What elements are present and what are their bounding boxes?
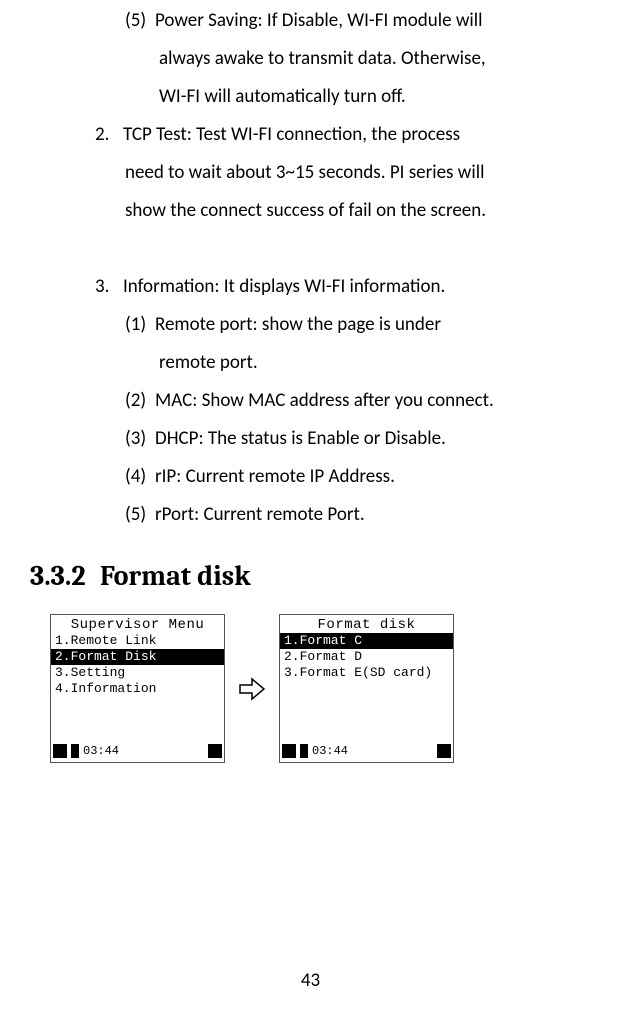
menu-item: 2.Format D (280, 649, 453, 665)
list-marker: (3) (125, 420, 155, 458)
menu-item: 3.Format E(SD card) (280, 665, 453, 681)
list-item: 2.TCP Test: Test WI-FI connection, the p… (30, 116, 591, 154)
text-line: Remote port: show the page is under (155, 313, 441, 336)
menu-item: 1.Remote Link (51, 633, 224, 649)
list-marker: (4) (125, 458, 155, 496)
status-time: 03:44 (312, 744, 348, 758)
lcd-content: Supervisor Menu 1.Remote Link 2.Format D… (51, 615, 224, 742)
screenshot-row: Supervisor Menu 1.Remote Link 2.Format D… (50, 614, 591, 763)
text-line: rPort: Current remote Port. (155, 503, 365, 526)
lcd-status-bar: 03:44 (51, 742, 224, 762)
status-icon (53, 744, 67, 758)
spacer (30, 230, 591, 268)
device-screenshot-format-disk: Format disk 1.Format C 2.Format D 3.Form… (279, 614, 454, 763)
list-item: (5)rPort: Current remote Port. (30, 496, 591, 534)
signal-icon (71, 744, 79, 758)
text-line: DHCP: The status is Enable or Disable. (155, 427, 446, 450)
text-line: Information: It displays WI-FI informati… (123, 275, 445, 298)
lcd-status-bar: 03:44 (280, 742, 453, 762)
lcd-title: Supervisor Menu (51, 617, 224, 633)
heading-title: Format disk (100, 560, 251, 592)
heading-number: 3.3.2 (30, 560, 100, 592)
lcd-spacer (51, 697, 224, 742)
text-line: Power Saving: If Disable, WI-FI module w… (155, 9, 482, 32)
text-line: TCP Test: Test WI-FI connection, the pro… (123, 123, 460, 146)
menu-item-selected: 1.Format C (280, 633, 453, 649)
list-marker: 2. (95, 116, 123, 154)
list-marker: (5) (125, 496, 155, 534)
text-line: always awake to transmit data. Otherwise… (30, 40, 591, 78)
text-line: need to wait about 3~15 seconds. PI seri… (30, 154, 591, 192)
battery-icon (437, 744, 451, 758)
signal-icon (300, 744, 308, 758)
list-item: (2)MAC: Show MAC address after you conne… (30, 382, 591, 420)
list-item: (5)Power Saving: If Disable, WI-FI modul… (30, 2, 591, 40)
text-line: rIP: Current remote IP Address. (155, 465, 395, 488)
list-item: (1)Remote port: show the page is under (30, 306, 591, 344)
status-icon (282, 744, 296, 758)
text-line: remote port. (30, 344, 591, 382)
page-number: 43 (0, 969, 621, 992)
text-line: show the connect success of fail on the … (30, 192, 591, 230)
list-marker: 3. (95, 268, 123, 306)
lcd-title: Format disk (280, 617, 453, 633)
status-time: 03:44 (83, 744, 119, 758)
menu-item-selected: 2.Format Disk (51, 649, 224, 665)
list-marker: (1) (125, 306, 155, 344)
list-item: (3)DHCP: The status is Enable or Disable… (30, 420, 591, 458)
page: (5)Power Saving: If Disable, WI-FI modul… (0, 0, 621, 1016)
text-line: MAC: Show MAC address after you connect. (155, 389, 494, 412)
lcd-spacer (280, 681, 453, 742)
arrow-right-icon (237, 675, 267, 703)
list-item: 3.Information: It displays WI-FI informa… (30, 268, 591, 306)
list-marker: (5) (125, 2, 155, 40)
lcd-content: Format disk 1.Format C 2.Format D 3.Form… (280, 615, 453, 742)
menu-item: 4.Information (51, 681, 224, 697)
menu-item: 3.Setting (51, 665, 224, 681)
list-item: (4)rIP: Current remote IP Address. (30, 458, 591, 496)
section-heading: 3.3.2Format disk (30, 560, 591, 592)
list-marker: (2) (125, 382, 155, 420)
device-screenshot-supervisor-menu: Supervisor Menu 1.Remote Link 2.Format D… (50, 614, 225, 763)
battery-icon (208, 744, 222, 758)
text-line: WI-FI will automatically turn off. (30, 78, 591, 116)
body-text-block: (5)Power Saving: If Disable, WI-FI modul… (30, 2, 591, 534)
